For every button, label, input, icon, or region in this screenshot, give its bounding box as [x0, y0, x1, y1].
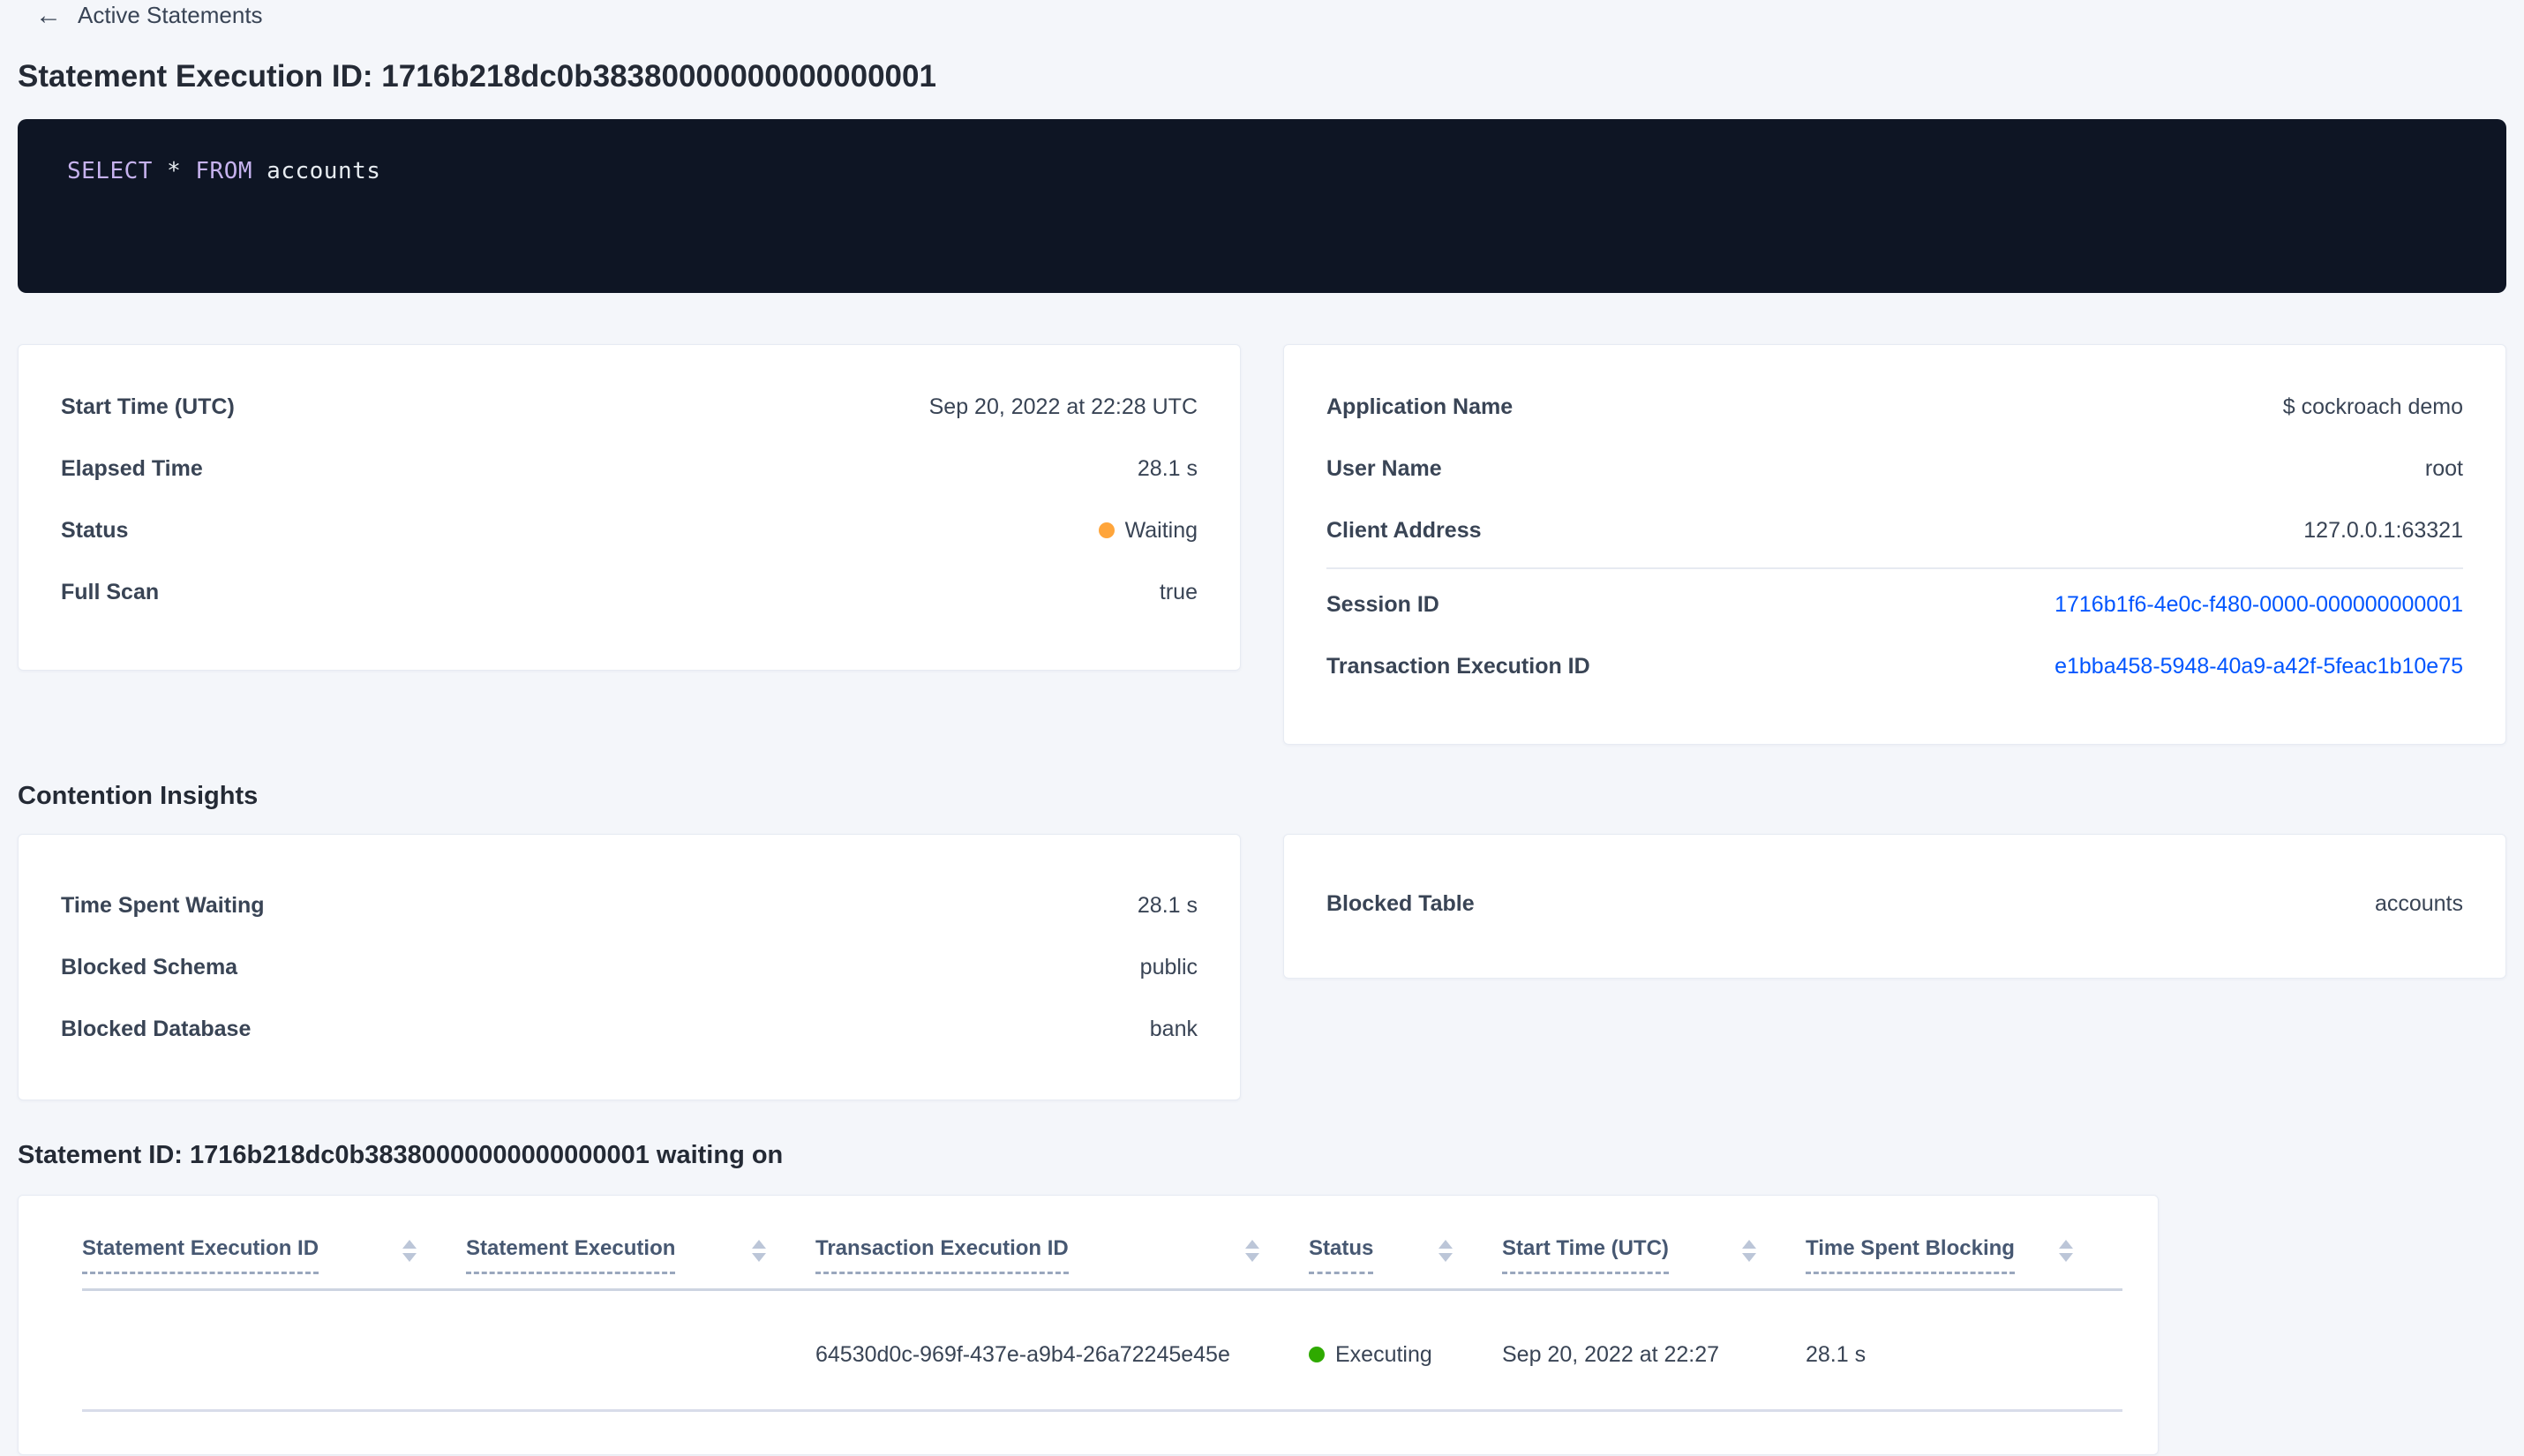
application-name-row: Application Name $ cockroach demo: [1326, 393, 2463, 421]
sql-keyword-from: FROM: [195, 158, 253, 184]
page-title: Statement Execution ID: 1716b218dc0b3838…: [18, 59, 936, 94]
transaction-execution-id-row: Transaction Execution ID e1bba458-5948-4…: [1326, 652, 2463, 680]
cell-status-text: Executing: [1335, 1342, 1432, 1367]
blocked-database-label: Blocked Database: [61, 1017, 252, 1041]
client-address-label: Client Address: [1326, 518, 1482, 543]
sort-icon[interactable]: [402, 1236, 417, 1262]
column-header-statement-execution-id[interactable]: Statement Execution ID: [82, 1236, 466, 1274]
cell-start-time: Sep 20, 2022 at 22:27: [1502, 1342, 1720, 1367]
elapsed-time-value: 28.1 s: [1137, 456, 1198, 481]
user-name-value: root: [2424, 456, 2463, 481]
sort-down-icon: [1742, 1253, 1756, 1262]
status-row: Status Waiting: [61, 516, 1198, 544]
overview-cards-row: Start Time (UTC) Sep 20, 2022 at 22:28 U…: [18, 344, 2506, 745]
status-label: Status: [61, 518, 129, 543]
user-name-label: User Name: [1326, 456, 1442, 481]
sql-table-name: accounts: [267, 158, 381, 184]
back-link-label: Active Statements: [78, 2, 263, 28]
application-name-value: $ cockroach demo: [2282, 394, 2463, 419]
sort-icon[interactable]: [1742, 1236, 1756, 1262]
back-arrow-icon: ←: [35, 0, 62, 30]
blocked-table-value: accounts: [2374, 891, 2463, 916]
sort-up-icon: [752, 1240, 766, 1249]
sort-up-icon: [1245, 1240, 1259, 1249]
client-address-row: Client Address 127.0.0.1:63321: [1326, 516, 2463, 544]
table-row-divider: [82, 1409, 2122, 1412]
transaction-execution-id-label: Transaction Execution ID: [1326, 654, 1590, 679]
blocked-database-row: Blocked Database bank: [61, 1015, 1198, 1043]
contention-details-card: Time Spent Waiting 28.1 s Blocked Schema…: [18, 834, 1241, 1100]
sort-down-icon: [402, 1253, 417, 1262]
card-divider: [1326, 567, 2463, 569]
cell-statement-execution-id: [82, 1340, 466, 1369]
session-overview-card: Application Name $ cockroach demo User N…: [1283, 344, 2506, 745]
sort-up-icon: [2059, 1240, 2073, 1249]
start-time-row: Start Time (UTC) Sep 20, 2022 at 22:28 U…: [61, 393, 1198, 421]
waiting-status-dot-icon: [1098, 522, 1115, 538]
sql-statement-box: SELECT * FROM accounts: [18, 119, 2506, 293]
session-id-label: Session ID: [1326, 592, 1439, 617]
cell-transaction-execution-id: 64530d0c-969f-437e-a9b4-26a72245e45e: [815, 1342, 1230, 1367]
sort-down-icon: [752, 1253, 766, 1262]
sort-icon[interactable]: [1245, 1236, 1259, 1262]
blocked-database-value: bank: [1149, 1017, 1198, 1041]
sort-down-icon: [2059, 1253, 2073, 1262]
full-scan-label: Full Scan: [61, 580, 160, 604]
blocked-table-row: Blocked Table accounts: [1326, 889, 2463, 918]
table-header-row: Statement Execution ID Statement Executi…: [19, 1196, 2158, 1274]
column-header-time-spent-blocking[interactable]: Time Spent Blocking: [1806, 1236, 2122, 1274]
blocked-schema-row: Blocked Schema public: [61, 953, 1198, 981]
elapsed-time-label: Elapsed Time: [61, 456, 203, 481]
executing-status-dot-icon: [1309, 1347, 1325, 1362]
table-row: 64530d0c-969f-437e-a9b4-26a72245e45e Exe…: [19, 1291, 2158, 1409]
transaction-execution-id-link[interactable]: e1bba458-5948-40a9-a42f-5feac1b10e75: [2055, 652, 2463, 680]
sort-up-icon: [1439, 1240, 1453, 1249]
waiting-on-heading: Statement ID: 1716b218dc0b38380000000000…: [18, 1141, 784, 1169]
sort-icon[interactable]: [1439, 1236, 1453, 1262]
full-scan-value: true: [1159, 580, 1198, 604]
client-address-value: 127.0.0.1:63321: [2303, 518, 2463, 543]
column-header-statement-execution[interactable]: Statement Execution: [466, 1236, 815, 1274]
cell-status: Executing: [1309, 1340, 1502, 1369]
blocked-table-label: Blocked Table: [1326, 891, 1475, 916]
column-header-status[interactable]: Status: [1309, 1236, 1502, 1274]
blocked-schema-label: Blocked Schema: [61, 955, 238, 979]
blocked-schema-value: public: [1139, 955, 1198, 979]
sort-icon[interactable]: [752, 1236, 766, 1262]
time-spent-waiting-value: 28.1 s: [1137, 893, 1198, 918]
sort-up-icon: [1742, 1240, 1756, 1249]
status-text: Waiting: [1124, 518, 1198, 543]
statement-overview-card: Start Time (UTC) Sep 20, 2022 at 22:28 U…: [18, 344, 1241, 671]
contention-cards-row: Time Spent Waiting 28.1 s Blocked Schema…: [18, 834, 2506, 1100]
status-value: Waiting: [1098, 516, 1198, 544]
elapsed-time-row: Elapsed Time 28.1 s: [61, 454, 1198, 483]
statement-execution-details-page: ← Active Statements Statement Execution …: [0, 0, 2524, 1455]
cell-time-spent-blocking: 28.1 s: [1806, 1342, 1867, 1367]
sort-down-icon: [1245, 1253, 1259, 1262]
time-spent-waiting-label: Time Spent Waiting: [61, 893, 265, 918]
user-name-row: User Name root: [1326, 454, 2463, 483]
contention-insights-heading: Contention Insights: [18, 782, 259, 810]
start-time-value: Sep 20, 2022 at 22:28 UTC: [928, 394, 1198, 419]
session-id-row: Session ID 1716b1f6-4e0c-f480-0000-00000…: [1326, 590, 2463, 619]
sort-up-icon: [402, 1240, 417, 1249]
sort-icon[interactable]: [2059, 1236, 2073, 1262]
cell-statement-execution: [466, 1340, 815, 1369]
session-id-link[interactable]: 1716b1f6-4e0c-f480-0000-000000000001: [2055, 590, 2463, 619]
application-name-label: Application Name: [1326, 394, 1514, 419]
sql-star: *: [167, 158, 182, 184]
blocked-table-card: Blocked Table accounts: [1283, 834, 2506, 979]
column-header-transaction-execution-id[interactable]: Transaction Execution ID: [815, 1236, 1309, 1274]
start-time-label: Start Time (UTC): [61, 394, 235, 419]
full-scan-row: Full Scan true: [61, 578, 1198, 606]
column-header-start-time[interactable]: Start Time (UTC): [1502, 1236, 1806, 1274]
back-link[interactable]: ← Active Statements: [35, 2, 263, 29]
sort-down-icon: [1439, 1253, 1453, 1262]
sql-keyword-select: SELECT: [67, 158, 153, 184]
time-spent-waiting-row: Time Spent Waiting 28.1 s: [61, 891, 1198, 919]
waiting-statements-table: Statement Execution ID Statement Executi…: [18, 1195, 2159, 1455]
